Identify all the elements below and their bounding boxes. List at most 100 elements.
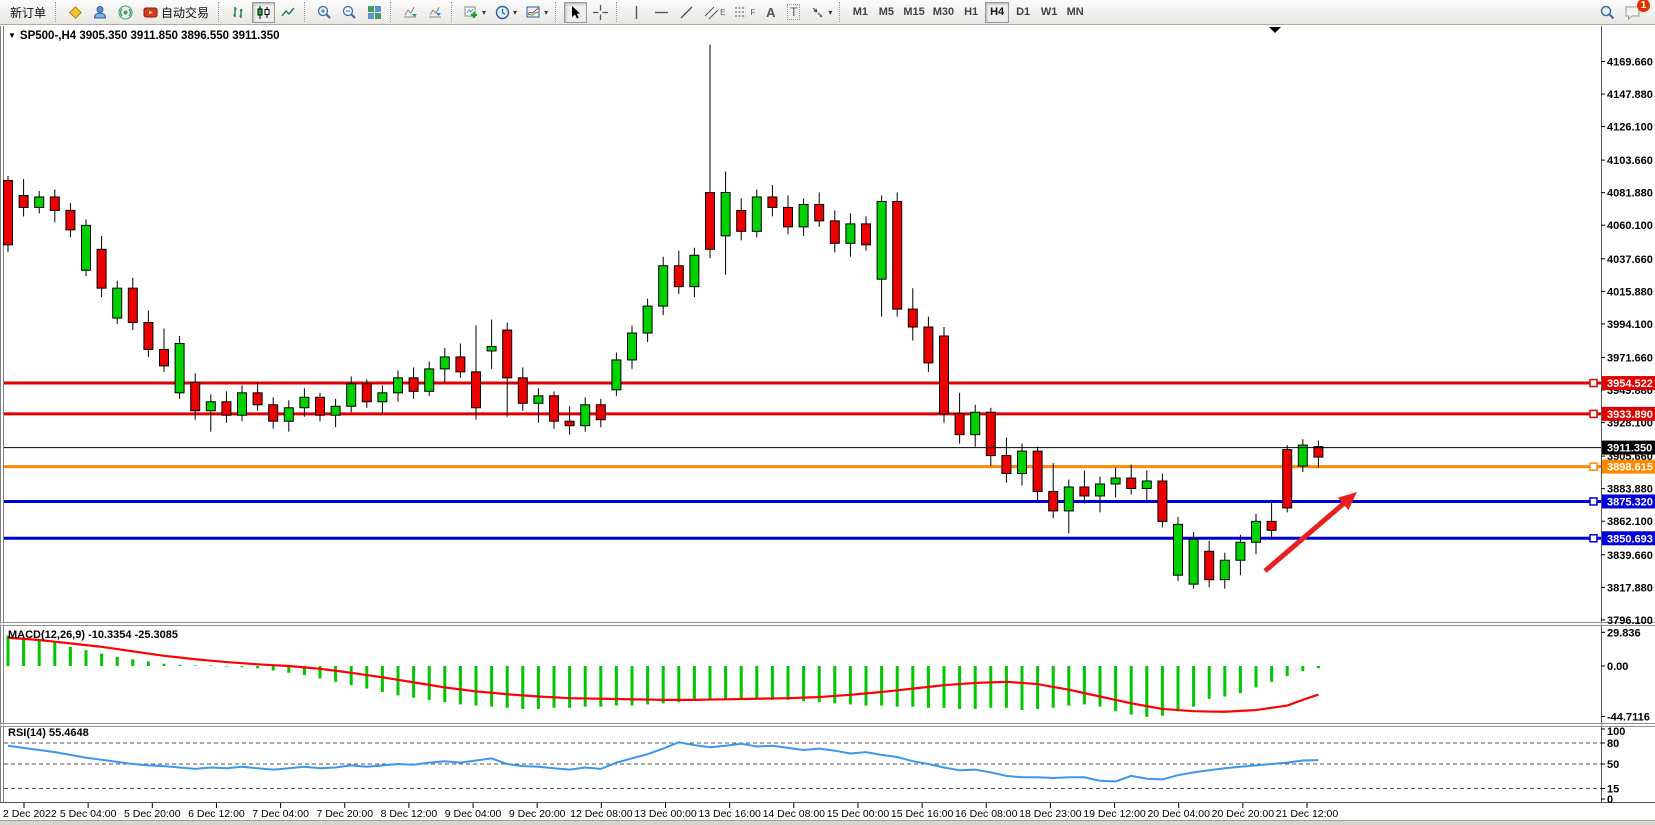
chevron-down-icon: ▼ bbox=[8, 31, 16, 40]
cursor-tool-button[interactable] bbox=[564, 2, 587, 23]
chart-title-text: SP500-,H4 3905.350 3911.850 3896.550 391… bbox=[20, 30, 280, 42]
tile-windows-button[interactable] bbox=[363, 2, 386, 23]
periods-button[interactable]: ▾ bbox=[491, 2, 520, 23]
toolbar-separator bbox=[451, 2, 456, 22]
line-chart-button[interactable] bbox=[277, 2, 300, 23]
svg-text:0: 0 bbox=[1607, 794, 1613, 806]
zoom-in-button[interactable] bbox=[313, 2, 336, 23]
bar-chart-button[interactable] bbox=[227, 2, 250, 23]
svg-text:4126.100: 4126.100 bbox=[1607, 122, 1653, 134]
search-button[interactable] bbox=[1596, 2, 1619, 23]
timeframe-button-M5[interactable]: M5 bbox=[874, 2, 898, 23]
channel-icon bbox=[703, 4, 720, 21]
toolbar-separator bbox=[304, 2, 309, 22]
timeframe-button-H1[interactable]: H1 bbox=[959, 2, 983, 23]
text-label-tool[interactable]: T bbox=[783, 2, 804, 23]
horizontal-line-tool[interactable] bbox=[650, 2, 673, 23]
timeframe-button-M15[interactable]: M15 bbox=[900, 2, 927, 23]
timeframe-button-H4[interactable]: H4 bbox=[985, 2, 1009, 23]
navigator-button[interactable] bbox=[89, 2, 112, 23]
auto-trading-label: 自动交易 bbox=[161, 4, 209, 21]
candlestick-chart-button[interactable] bbox=[252, 2, 275, 23]
new-chart-icon bbox=[463, 4, 480, 21]
trendline-tool[interactable] bbox=[675, 2, 698, 23]
svg-text:3839.660: 3839.660 bbox=[1607, 550, 1653, 562]
chevron-down-icon: ▾ bbox=[828, 8, 832, 17]
crosshair-tool-button[interactable] bbox=[589, 2, 612, 23]
svg-text:3883.880: 3883.880 bbox=[1607, 484, 1653, 496]
horizontal-line-icon bbox=[653, 4, 670, 21]
vertical-line-tool[interactable] bbox=[625, 2, 648, 23]
svg-text:15 Dec 16:00: 15 Dec 16:00 bbox=[891, 808, 954, 820]
trendline-icon bbox=[678, 4, 695, 21]
svg-text:3817.880: 3817.880 bbox=[1607, 582, 1653, 594]
fibonacci-tool[interactable]: F bbox=[730, 2, 758, 23]
chevron-down-icon: ▾ bbox=[482, 8, 486, 17]
chart-canvas[interactable]: 4169.6604147.8804126.1004103.6604081.880… bbox=[0, 0, 1655, 825]
zoom-out-button[interactable] bbox=[338, 2, 361, 23]
new-order-button[interactable]: 新订单 bbox=[5, 2, 51, 23]
svg-text:3994.100: 3994.100 bbox=[1607, 319, 1653, 331]
svg-text:80: 80 bbox=[1607, 738, 1619, 750]
svg-text:15 Dec 00:00: 15 Dec 00:00 bbox=[827, 808, 890, 820]
svg-text:4015.880: 4015.880 bbox=[1607, 286, 1653, 298]
svg-text:3971.660: 3971.660 bbox=[1607, 352, 1653, 364]
zoom-out-icon bbox=[341, 4, 358, 21]
auto-scroll-button[interactable] bbox=[399, 2, 422, 23]
auto-trading-button[interactable]: 自动交易 bbox=[139, 2, 214, 23]
timeframe-button-M1[interactable]: M1 bbox=[848, 2, 872, 23]
zoom-in-icon bbox=[316, 4, 333, 21]
fibonacci-icon bbox=[733, 4, 750, 21]
svg-text:13 Dec 16:00: 13 Dec 16:00 bbox=[698, 808, 761, 820]
svg-text:18 Dec 23:00: 18 Dec 23:00 bbox=[1019, 808, 1082, 820]
new-chart-button[interactable]: ▾ bbox=[460, 2, 489, 23]
market-watch-button[interactable] bbox=[64, 2, 87, 23]
toolbar-separator bbox=[55, 2, 60, 22]
text-tool[interactable]: A bbox=[760, 2, 781, 23]
cursor-icon bbox=[567, 4, 584, 21]
svg-text:4081.880: 4081.880 bbox=[1607, 188, 1653, 200]
toolbar-separator bbox=[555, 2, 560, 22]
svg-text:5 Dec 20:00: 5 Dec 20:00 bbox=[124, 808, 181, 820]
timeframe-button-D1[interactable]: D1 bbox=[1011, 2, 1035, 23]
crosshair-icon bbox=[592, 4, 609, 21]
fibo-sub-label: F bbox=[750, 8, 755, 17]
toolbar-separator bbox=[616, 2, 621, 22]
arrows-icon bbox=[809, 4, 826, 21]
svg-text:3911.350: 3911.350 bbox=[1607, 443, 1652, 455]
vertical-line-icon bbox=[628, 4, 645, 21]
arrows-tool[interactable]: ▾ bbox=[806, 2, 835, 23]
svg-text:-44.7116: -44.7116 bbox=[1607, 712, 1650, 724]
channel-tool[interactable]: E bbox=[700, 2, 728, 23]
notification-badge: 1 bbox=[1637, 0, 1650, 12]
new-order-label: 新订单 bbox=[10, 4, 46, 21]
timeframe-button-M30[interactable]: M30 bbox=[930, 2, 957, 23]
svg-text:4037.660: 4037.660 bbox=[1607, 254, 1653, 266]
svg-text:6 Dec 12:00: 6 Dec 12:00 bbox=[188, 808, 245, 820]
svg-text:16 Dec 08:00: 16 Dec 08:00 bbox=[955, 808, 1018, 820]
chart-window-title[interactable]: ▼ SP500-,H4 3905.350 3911.850 3896.550 39… bbox=[8, 30, 280, 42]
candlestick-chart-icon bbox=[255, 4, 272, 21]
chevron-down-icon: ▾ bbox=[544, 8, 548, 17]
rsi-indicator-label: RSI(14) 55.4648 bbox=[8, 727, 89, 739]
svg-text:4060.100: 4060.100 bbox=[1607, 220, 1653, 232]
svg-text:7 Dec 20:00: 7 Dec 20:00 bbox=[316, 808, 373, 820]
line-chart-icon bbox=[280, 4, 297, 21]
svg-text:3875.320: 3875.320 bbox=[1607, 496, 1653, 508]
timeframe-button-W1[interactable]: W1 bbox=[1037, 2, 1061, 23]
svg-text:7 Dec 04:00: 7 Dec 04:00 bbox=[252, 808, 309, 820]
svg-text:4103.660: 4103.660 bbox=[1607, 155, 1653, 167]
timeframe-button-MN[interactable]: MN bbox=[1063, 2, 1087, 23]
timeframe-toolbar: M1M5M15M30H1H4D1W1MN bbox=[847, 2, 1088, 23]
notifications-button[interactable]: 1 bbox=[1621, 2, 1645, 23]
auto-trading-icon bbox=[142, 4, 159, 21]
person-icon bbox=[92, 4, 109, 21]
templates-button[interactable]: ▾ bbox=[522, 2, 551, 23]
svg-text:5 Dec 04:00: 5 Dec 04:00 bbox=[60, 808, 117, 820]
channel-sub-label: E bbox=[720, 8, 725, 17]
svg-text:9 Dec 04:00: 9 Dec 04:00 bbox=[445, 808, 502, 820]
chart-shift-button[interactable] bbox=[424, 2, 447, 23]
signals-button[interactable] bbox=[114, 2, 137, 23]
macd-indicator-label: MACD(12,26,9) -10.3354 -25.3085 bbox=[8, 629, 178, 641]
svg-text:9 Dec 20:00: 9 Dec 20:00 bbox=[509, 808, 566, 820]
